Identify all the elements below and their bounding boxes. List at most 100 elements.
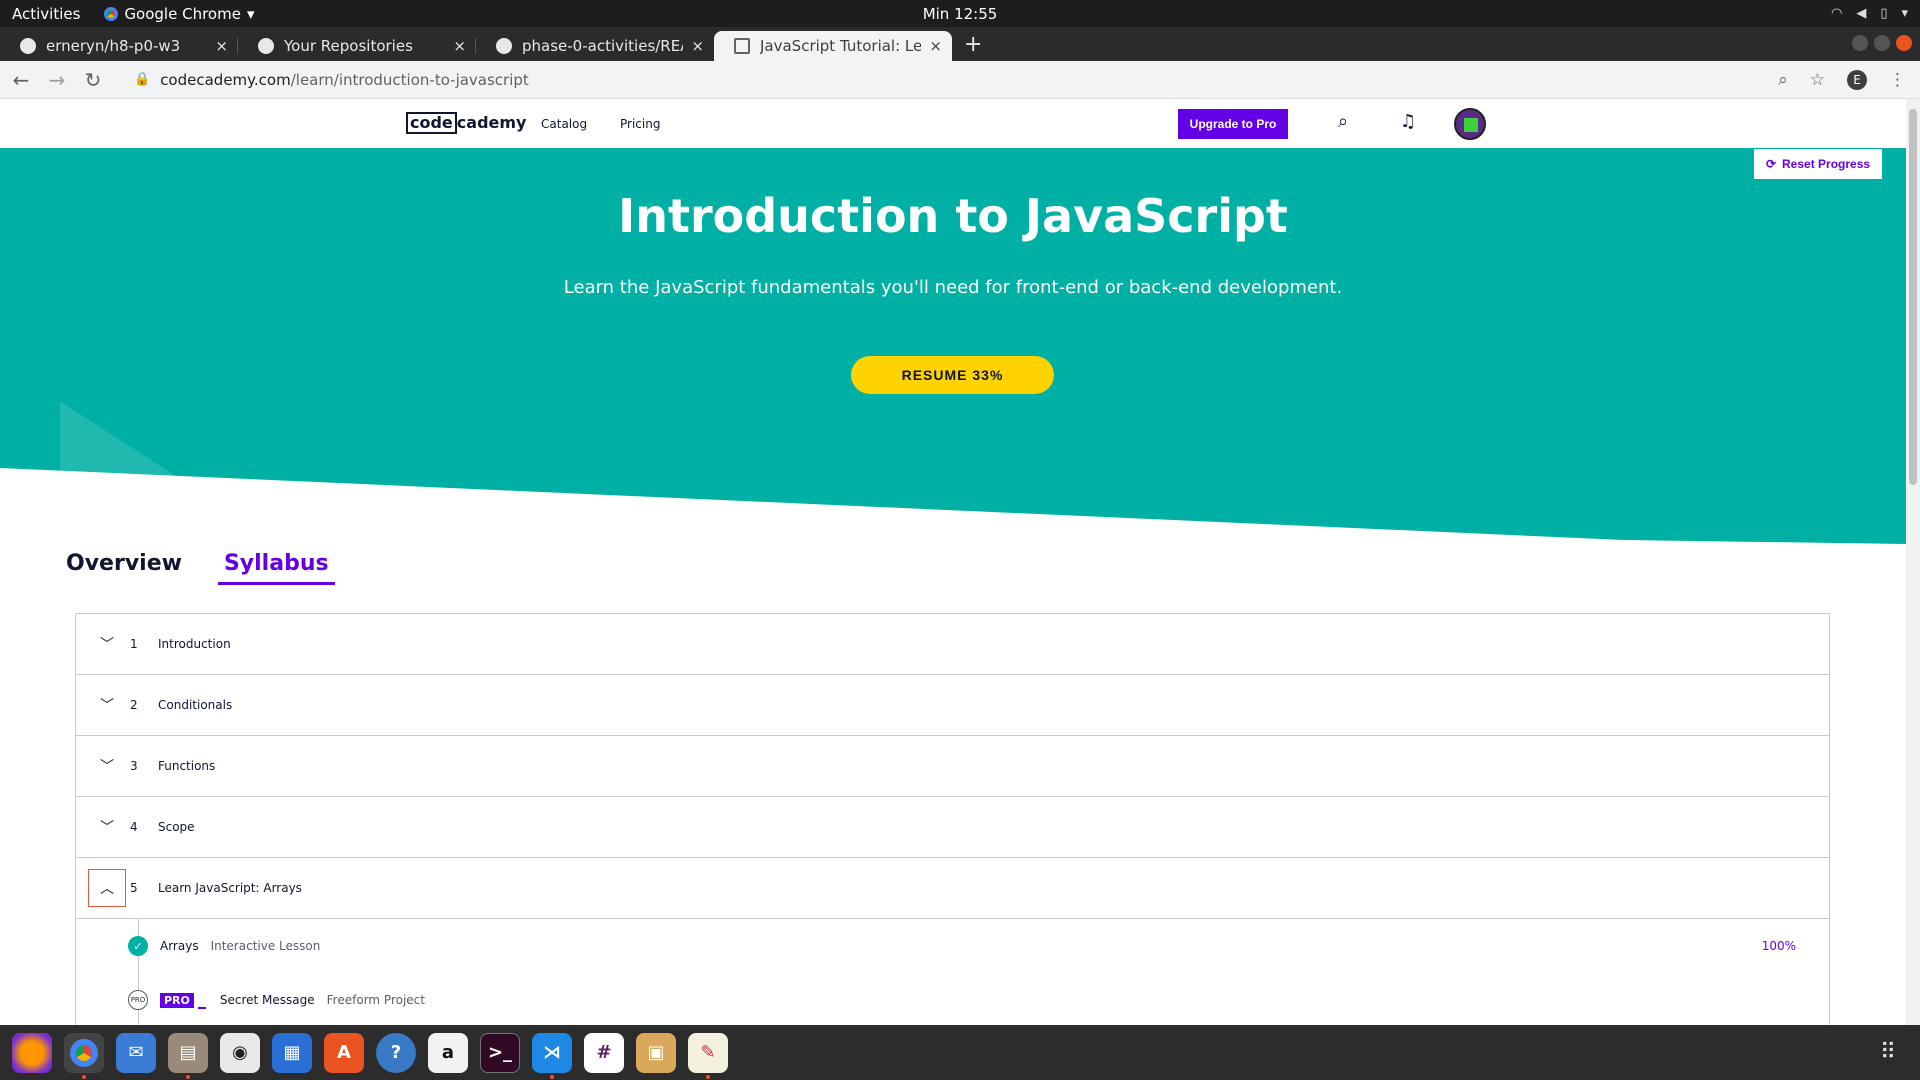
text-editor-icon[interactable]: ✎ (688, 1032, 728, 1079)
close-icon[interactable]: × (453, 37, 466, 55)
upgrade-to-pro-button[interactable]: Upgrade to Pro (1178, 109, 1288, 139)
close-icon[interactable]: × (215, 37, 228, 55)
menu-icon[interactable]: ⋮ (1889, 70, 1906, 90)
lesson-item[interactable]: PRO PRO Secret Message Freeform Project (76, 973, 1829, 1025)
module-row[interactable]: ﹀ 1 Introduction (76, 614, 1829, 675)
window-controls (1852, 35, 1912, 51)
vscode-icon[interactable]: ⋊ (532, 1032, 572, 1079)
chevron-up-icon[interactable]: ︿ (88, 869, 126, 907)
syllabus-list: ﹀ 1 Introduction ﹀ 2 Conditionals ﹀ 3 Fu… (75, 613, 1830, 1025)
module-row[interactable]: ﹀ 4 Scope (76, 797, 1829, 858)
scrollbar-thumb[interactable] (1909, 109, 1917, 485)
app-menu[interactable]: Google Chrome ▾ (104, 5, 254, 23)
reload-icon[interactable]: ↻ (78, 68, 108, 92)
slack-icon[interactable]: # (584, 1032, 624, 1073)
amazon-icon[interactable]: a (428, 1032, 468, 1073)
chevron-down-icon[interactable]: ﹀ (88, 808, 126, 846)
window-close-button[interactable] (1896, 35, 1912, 51)
nav-pricing[interactable]: Pricing (620, 117, 660, 131)
address-bar: ← → ↻ 🔒 codecademy.com/learn/introductio… (0, 61, 1920, 99)
software-center-icon[interactable]: A (324, 1032, 364, 1073)
system-top-bar: Activities Google Chrome ▾ Min 12:55 ◠ ◀… (0, 0, 1920, 27)
terminal-icon[interactable]: >_ (480, 1032, 520, 1073)
browser-tab[interactable]: phase-0-activities/READM × (476, 31, 714, 61)
activities-button[interactable]: Activities (12, 5, 80, 23)
lesson-title: Arrays (160, 939, 199, 953)
tab-title: Your Repositories (284, 37, 413, 55)
files-icon[interactable]: ▤ (168, 1032, 208, 1079)
tab-title: phase-0-activities/READM (522, 37, 683, 55)
github-icon (496, 38, 512, 54)
chevron-down-icon[interactable]: ﹀ (88, 747, 126, 785)
tab-strip: erneryn/h8-p0-w3 × Your Repositories × p… (0, 27, 1920, 61)
close-icon[interactable]: × (691, 37, 704, 55)
profile-button[interactable]: E (1847, 69, 1867, 90)
show-applications-icon[interactable]: ⠿ (1880, 1040, 1896, 1065)
nav-catalog[interactable]: Catalog (541, 117, 587, 131)
page-scrollbar[interactable] (1906, 99, 1920, 1025)
url-path: /learn/introduction-to-javascript (290, 70, 529, 89)
module-row-expanded[interactable]: ︿ 5 Learn JavaScript: Arrays (76, 858, 1829, 919)
module-title: Conditionals (158, 698, 233, 712)
chevron-down-icon[interactable]: ﹀ (88, 625, 126, 663)
reset-progress-button[interactable]: ⟳ Reset Progress (1754, 149, 1882, 179)
rhythmbox-icon[interactable]: ◉ (220, 1032, 260, 1073)
dock: ✉ ▤ ◉ ▦ A ? a >_ ⋊ # ▣ ✎ ⠿ (0, 1025, 1920, 1080)
module-number: 4 (130, 820, 138, 834)
new-tab-button[interactable]: + (964, 32, 982, 61)
module-row[interactable]: ﹀ 3 Functions (76, 736, 1829, 797)
bookmark-star-icon[interactable]: ☆ (1810, 70, 1825, 90)
chrome-icon (104, 6, 119, 21)
pro-badge: PRO (160, 992, 194, 1008)
minimize-button[interactable] (1852, 35, 1868, 51)
logo-text: cademy (456, 113, 527, 132)
module-number: 2 (130, 698, 138, 712)
module-number: 3 (130, 759, 138, 773)
back-icon[interactable]: ← (6, 68, 36, 92)
lesson-item[interactable]: ✓ Arrays Interactive Lesson 100% (76, 919, 1829, 973)
forward-icon[interactable]: → (42, 68, 72, 92)
browser-tab[interactable]: Your Repositories × (238, 31, 476, 61)
chevron-down-icon[interactable]: ﹀ (88, 686, 126, 724)
reset-progress-label: Reset Progress (1782, 157, 1871, 171)
browser-tab[interactable]: erneryn/h8-p0-w3 × (0, 31, 238, 61)
close-icon[interactable]: × (929, 37, 942, 55)
logo-box: code (406, 112, 457, 134)
module-number: 5 (130, 881, 138, 895)
tab-overview[interactable]: Overview (66, 551, 182, 585)
module-title: Functions (158, 759, 216, 773)
chrome-icon[interactable] (64, 1032, 104, 1079)
help-icon[interactable]: ? (376, 1032, 416, 1073)
tab-title: JavaScript Tutorial: Learn (760, 37, 922, 55)
search-icon[interactable]: ⌕ (1338, 111, 1348, 132)
volume-icon: ◀ (1856, 6, 1867, 21)
lock-icon[interactable]: 🔒 (134, 72, 150, 87)
module-row[interactable]: ﹀ 2 Conditionals (76, 675, 1829, 736)
course-subtitle: Learn the JavaScript fundamentals you'll… (563, 277, 1343, 298)
thunderbird-icon[interactable]: ✉ (116, 1032, 156, 1073)
system-tray[interactable]: ◠ ◀ ▯ ▾ (1831, 6, 1908, 21)
avatar[interactable] (1454, 108, 1486, 140)
codecademy-icon (734, 38, 750, 54)
lesson-title: Secret Message (219, 993, 315, 1007)
resume-button[interactable]: RESUME 33% (851, 356, 1054, 394)
file-manager-icon[interactable]: ▣ (636, 1032, 676, 1073)
tab-title: erneryn/h8-p0-w3 (46, 37, 181, 55)
maximize-button[interactable] (1874, 35, 1890, 51)
libreoffice-writer-icon[interactable]: ▦ (272, 1032, 312, 1073)
battery-icon: ▯ (1880, 6, 1888, 21)
bell-icon[interactable]: ♫ (1400, 111, 1416, 132)
github-icon (20, 38, 36, 54)
tab-syllabus[interactable]: Syllabus (217, 551, 335, 585)
zoom-icon[interactable]: ⌕ (1778, 70, 1788, 90)
course-title: Introduction to JavaScript (618, 189, 1288, 243)
browser-tab-active[interactable]: JavaScript Tutorial: Learn × (714, 31, 952, 61)
page-tabs: Overview Syllabus (66, 551, 335, 585)
firefox-icon[interactable] (12, 1032, 52, 1073)
clock[interactable]: Min 12:55 (923, 5, 998, 23)
lesson-progress: 100% (1761, 939, 1796, 953)
web-page: code cademy Catalog Pricing Upgrade to Pr… (0, 99, 1906, 1025)
github-icon (258, 38, 274, 54)
codecademy-logo[interactable]: code cademy (406, 112, 526, 134)
url-field[interactable]: codecademy.com/learn/introduction-to-jav… (160, 71, 529, 89)
